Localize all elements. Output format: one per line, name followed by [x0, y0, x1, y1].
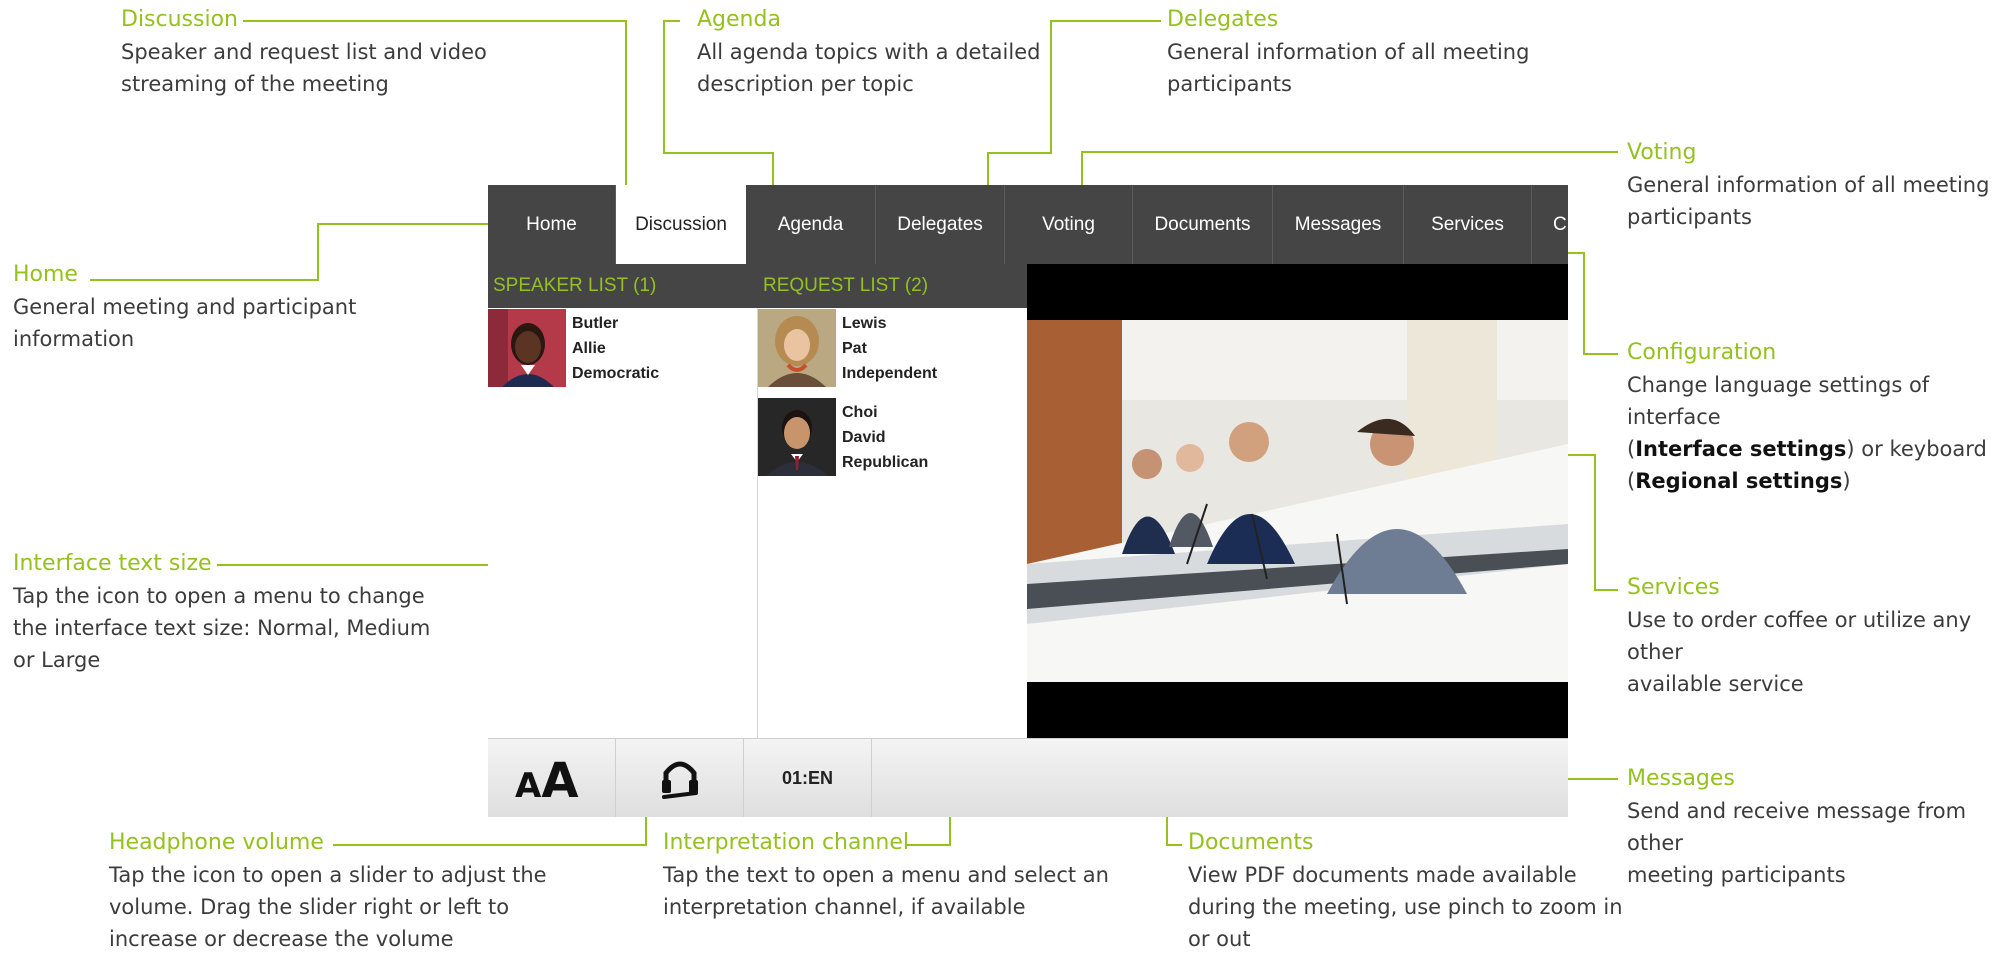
annotation-line: (Regional settings): [1627, 469, 1851, 493]
last-name: Butler: [572, 315, 619, 332]
annotation-headphone: Headphone volume Tap the icon to open a …: [109, 827, 547, 955]
annotation-line: participants: [1627, 205, 1752, 229]
annotation-line: General information of all meeting: [1627, 173, 1990, 197]
headphone-icon: [662, 761, 698, 799]
annotation-title: Agenda: [697, 7, 781, 32]
avatar: [758, 398, 836, 476]
annotation-line: the interface text size: Normal, Medium: [13, 616, 431, 640]
first-name: David: [842, 429, 886, 446]
annotation-title: Home: [13, 262, 78, 287]
tab-services[interactable]: Services: [1404, 185, 1532, 264]
annotation-line: All agenda topics with a detailed: [697, 40, 1041, 64]
annotation-services: Services Use to order coffee or utilize …: [1627, 572, 2011, 700]
avatar: [488, 309, 566, 387]
annotation-line: description per topic: [697, 72, 914, 96]
requester-name: Lewis Pat Independent: [842, 311, 937, 386]
annotation-documents: Documents View PDF documents made availa…: [1188, 827, 1623, 955]
avatar: [758, 309, 836, 387]
annotation-title: Interpretation channel: [663, 830, 909, 855]
annotation-line: available service: [1627, 672, 1804, 696]
tab-home[interactable]: Home: [488, 185, 616, 264]
annotation-line: Tap the icon to open a menu to change: [13, 584, 425, 608]
last-name: Choi: [842, 404, 878, 421]
annotation-title: Discussion: [121, 7, 238, 32]
headphone-volume-button[interactable]: [616, 739, 744, 817]
annotation-line: increase or decrease the volume: [109, 927, 454, 951]
annotation-line: Change language settings of interface: [1627, 373, 1930, 429]
annotation-line: interpretation channel, if available: [663, 895, 1026, 919]
annotation-discussion: Discussion Speaker and request list and …: [121, 4, 487, 100]
annotation-line: Use to order coffee or utilize any other: [1627, 608, 1972, 664]
annotation-title: Configuration: [1627, 340, 1777, 365]
annotation-line: Speaker and request list and video: [121, 40, 487, 64]
annotation-line: Tap the text to open a menu and select a…: [663, 863, 1109, 887]
party: Republican: [842, 454, 929, 471]
request-list: Lewis Pat Independent Choi David Republi…: [758, 308, 1027, 738]
annotation-line: meeting participants: [1627, 863, 1846, 887]
footer-bar: AA 01:EN: [488, 738, 1568, 817]
speaker-list-header: SPEAKER LIST (1): [488, 264, 758, 308]
leader-configuration: [1563, 252, 1618, 355]
party: Independent: [842, 365, 938, 382]
first-name: Allie: [572, 340, 606, 357]
interpretation-channel-button[interactable]: 01:EN: [744, 739, 872, 817]
annotation-text-size: Interface text size Tap the icon to open…: [13, 548, 430, 676]
first-name: Pat: [842, 340, 867, 357]
speaker-list: Butler Allie Democratic: [488, 308, 758, 738]
request-list-header: REQUEST LIST (2): [758, 264, 1027, 308]
last-name: Lewis: [842, 315, 887, 332]
annotation-title: Headphone volume: [109, 830, 324, 855]
annotation-line: Send and receive message from other: [1627, 799, 1967, 855]
app-screen: Home Discussion Agenda Delegates Voting …: [488, 185, 1568, 817]
speaker-name: Butler Allie Democratic: [572, 311, 659, 386]
annotation-title: Documents: [1188, 830, 1314, 855]
annotation-messages: Messages Send and receive message from o…: [1627, 763, 2011, 891]
annotation-agenda: Agenda All agenda topics with a detailed…: [697, 4, 1040, 100]
annotation-line: during the meeting, use pinch to zoom in: [1188, 895, 1623, 919]
annotation-title: Delegates: [1167, 7, 1279, 32]
annotation-line: General meeting and participant: [13, 295, 357, 319]
tab-delegates[interactable]: Delegates: [876, 185, 1005, 264]
text-size-icon: AA: [515, 753, 579, 809]
annotation-title: Voting: [1627, 140, 1697, 165]
annotation-line: volume. Drag the slider right or left to: [109, 895, 510, 919]
party: Democratic: [572, 365, 660, 382]
tab-bar: Home Discussion Agenda Delegates Voting …: [488, 185, 1568, 264]
annotation-line: Tap the icon to open a slider to adjust …: [109, 863, 547, 887]
text-size-button[interactable]: AA: [488, 739, 616, 817]
annotation-line: streaming of the meeting: [121, 72, 389, 96]
annotation-title: Services: [1627, 575, 1720, 600]
tab-agenda[interactable]: Agenda: [746, 185, 876, 264]
annotation-title: Messages: [1627, 766, 1735, 791]
tab-discussion[interactable]: Discussion: [616, 185, 746, 264]
annotation-configuration: Configuration Change language settings o…: [1627, 337, 2011, 497]
annotation-line: participants: [1167, 72, 1292, 96]
tab-configuration[interactable]: C: [1532, 185, 1568, 264]
annotation-line: or Large: [13, 648, 101, 672]
video-stream[interactable]: [1027, 264, 1568, 738]
annotation-interpretation: Interpretation channel Tap the text to o…: [663, 827, 1109, 923]
annotation-line: or out: [1188, 927, 1251, 951]
annotation-voting: Voting General information of all meetin…: [1627, 137, 1989, 233]
annotation-line: General information of all meeting: [1167, 40, 1530, 64]
tab-documents[interactable]: Documents: [1133, 185, 1273, 264]
tab-messages[interactable]: Messages: [1273, 185, 1404, 264]
meeting-video-image: [1027, 320, 1568, 682]
requester-name: Choi David Republican: [842, 400, 928, 475]
annotation-home: Home General meeting and participant inf…: [13, 259, 356, 355]
annotation-line: information: [13, 327, 135, 351]
annotation-title: Interface text size: [13, 551, 212, 576]
annotation-line: (Interface settings) or keyboard: [1627, 437, 1987, 461]
annotation-line: View PDF documents made available: [1188, 863, 1577, 887]
annotation-delegates: Delegates General information of all mee…: [1167, 4, 1529, 100]
tab-voting[interactable]: Voting: [1005, 185, 1133, 264]
